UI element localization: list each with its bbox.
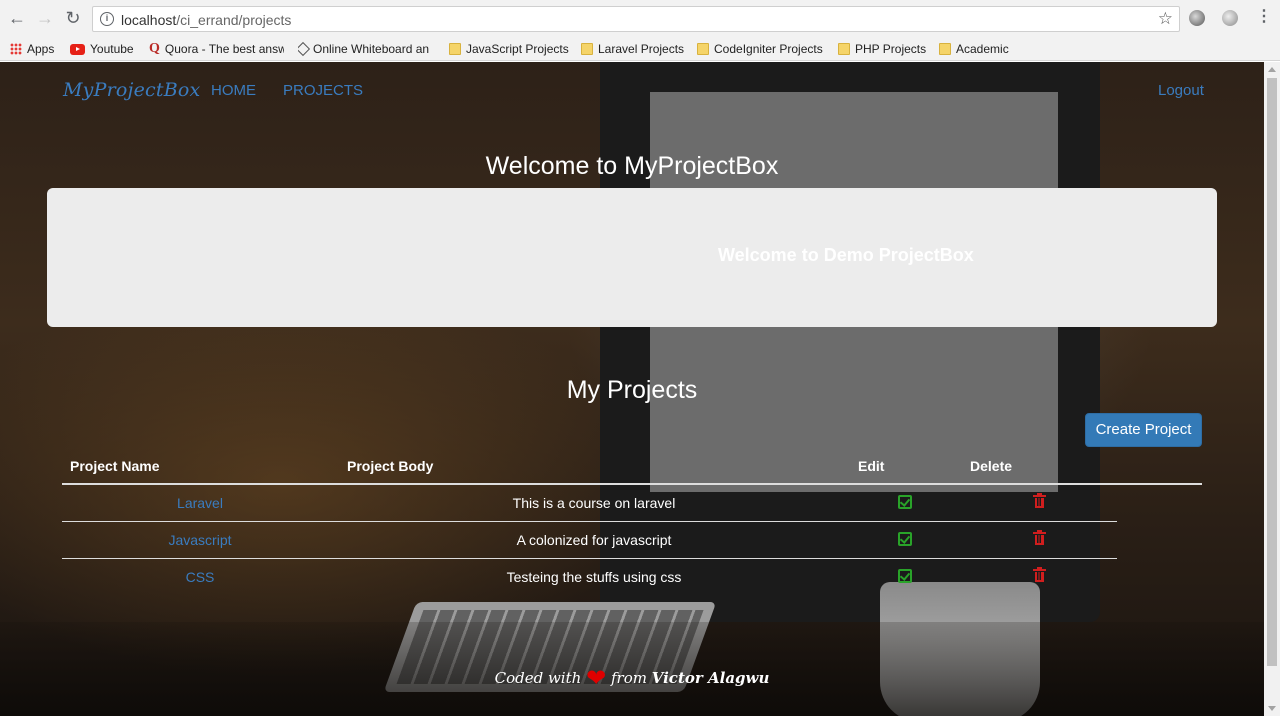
url-path: /ci_errand/projects bbox=[176, 12, 292, 28]
address-bar[interactable]: i localhost/ci_errand/projects ☆ bbox=[92, 6, 1180, 32]
edit-icon[interactable] bbox=[898, 569, 912, 583]
footer-middle: from bbox=[610, 669, 647, 687]
folder-icon bbox=[449, 43, 461, 55]
bookmark-label: Quora - The best answ bbox=[164, 42, 284, 56]
column-header-delete: Delete bbox=[970, 458, 1013, 474]
scrollbar-thumb[interactable] bbox=[1267, 78, 1277, 666]
bookmark-label: Apps bbox=[27, 42, 55, 56]
projects-heading: My Projects bbox=[566, 376, 698, 404]
bookmark-label: CodeIgniter Projects bbox=[714, 42, 823, 56]
bookmark-label: Academic bbox=[956, 42, 1009, 56]
footer-prefix: Coded with bbox=[494, 669, 582, 687]
jumbotron: Welcome to Demo ProjectBox bbox=[47, 188, 1217, 327]
brand-logo[interactable]: MyProjectBox bbox=[63, 79, 200, 101]
trash-icon[interactable] bbox=[1033, 567, 1046, 582]
folder-icon bbox=[581, 43, 593, 55]
row-divider bbox=[62, 558, 1117, 559]
column-header-project-name: Project Name bbox=[70, 458, 160, 474]
bookmark-laravel-projects[interactable]: Laravel Projects bbox=[581, 40, 684, 58]
bookmark-quora[interactable]: Q Quora - The best answ bbox=[149, 40, 284, 58]
project-body-text: Testeing the stuffs using css bbox=[506, 569, 682, 585]
bookmark-label: Youtube bbox=[90, 42, 134, 56]
extension-icon[interactable] bbox=[1222, 10, 1238, 26]
bookmark-academic[interactable]: Academic bbox=[939, 40, 1009, 58]
folder-icon bbox=[939, 43, 951, 55]
nav-projects[interactable]: PROJECTS bbox=[283, 82, 363, 99]
bookmark-javascript-projects[interactable]: JavaScript Projects bbox=[449, 40, 569, 58]
edit-icon[interactable] bbox=[898, 532, 912, 546]
bookmark-whiteboard[interactable]: Online Whiteboard an bbox=[298, 40, 434, 58]
back-arrow-icon[interactable]: ← bbox=[6, 7, 28, 29]
bookmark-label: PHP Projects bbox=[855, 42, 927, 56]
jumbotron-text: Welcome to Demo ProjectBox bbox=[718, 245, 974, 265]
apps-grid-icon bbox=[10, 43, 22, 55]
bookmark-label: Online Whiteboard an bbox=[313, 42, 430, 56]
bookmark-label: Laravel Projects bbox=[598, 42, 685, 56]
info-icon[interactable]: i bbox=[100, 12, 114, 26]
reload-icon[interactable]: ↻ bbox=[62, 7, 84, 29]
scroll-down-arrow-icon[interactable] bbox=[1268, 706, 1276, 711]
bookmark-codeigniter-projects[interactable]: CodeIgniter Projects bbox=[697, 40, 823, 58]
project-name-link[interactable]: Laravel bbox=[62, 495, 338, 511]
bookmark-label: JavaScript Projects bbox=[466, 42, 569, 56]
edit-icon[interactable] bbox=[898, 495, 912, 509]
browser-toolbar: ← → ↻ i localhost/ci_errand/projects ☆ ⋮ bbox=[0, 0, 1280, 37]
whiteboard-icon bbox=[298, 41, 311, 57]
column-header-edit: Edit bbox=[858, 458, 885, 474]
trash-icon[interactable] bbox=[1033, 530, 1046, 545]
bookmark-php-projects[interactable]: PHP Projects bbox=[838, 40, 926, 58]
project-name-link[interactable]: CSS bbox=[62, 569, 338, 585]
table-header-divider bbox=[62, 483, 1202, 485]
footer-author: Victor Alagwu bbox=[651, 669, 770, 687]
page-viewport: MyProjectBox HOME PROJECTS Logout Welcom… bbox=[0, 62, 1264, 716]
logout-link[interactable]: Logout bbox=[1158, 82, 1204, 99]
folder-icon bbox=[838, 43, 850, 55]
create-project-button[interactable]: Create Project bbox=[1085, 413, 1202, 447]
url-text: localhost/ci_errand/projects bbox=[121, 12, 291, 28]
youtube-icon bbox=[70, 43, 85, 55]
quora-icon: Q bbox=[149, 41, 160, 56]
browser-menu-icon[interactable]: ⋮ bbox=[1256, 8, 1272, 26]
url-host: localhost bbox=[121, 12, 177, 28]
extension-globe-icon[interactable] bbox=[1189, 10, 1205, 26]
project-name-link[interactable]: Javascript bbox=[62, 532, 338, 548]
page-scrollbar[interactable] bbox=[1264, 62, 1280, 716]
project-body-text: This is a course on laravel bbox=[512, 495, 676, 511]
folder-icon bbox=[697, 43, 709, 55]
scroll-up-arrow-icon[interactable] bbox=[1268, 67, 1276, 72]
page-title: Welcome to MyProjectBox bbox=[485, 152, 779, 180]
project-body-text: A colonized for javascript bbox=[516, 532, 672, 548]
row-divider bbox=[62, 521, 1117, 522]
forward-arrow-icon[interactable]: → bbox=[34, 7, 56, 29]
nav-home[interactable]: HOME bbox=[211, 82, 256, 99]
column-header-project-body: Project Body bbox=[347, 458, 434, 474]
bookmarks-bar: Apps Youtube Q Quora - The best answ Onli… bbox=[0, 37, 1280, 61]
bookmark-star-icon[interactable]: ☆ bbox=[1158, 9, 1173, 29]
footer-credit: Coded with ❤ from Victor Alagwu bbox=[0, 664, 1264, 692]
trash-icon[interactable] bbox=[1033, 493, 1046, 508]
bookmark-apps[interactable]: Apps bbox=[10, 40, 54, 58]
heart-icon: ❤ bbox=[586, 664, 607, 692]
bookmark-youtube[interactable]: Youtube bbox=[70, 40, 134, 58]
